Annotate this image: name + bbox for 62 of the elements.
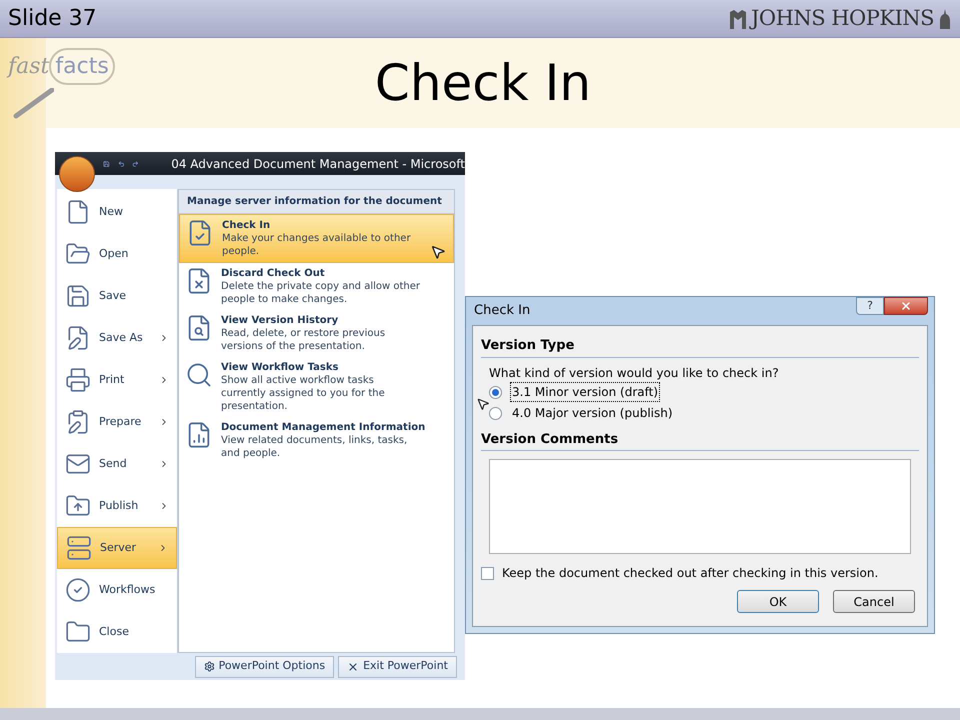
gate-icon bbox=[729, 8, 748, 28]
panel-item[interactable]: Document Management Information View related documents, links, tasks, and people. bbox=[179, 417, 454, 464]
brand-name: JOHNS HOPKINS bbox=[751, 4, 934, 32]
panel-item-title: Check In bbox=[222, 219, 272, 232]
radio-option[interactable]: 4.0 Major version (publish) bbox=[489, 402, 919, 424]
ok-button[interactable]: OK bbox=[737, 590, 819, 613]
server-icon bbox=[66, 535, 92, 562]
close-icon bbox=[900, 300, 912, 312]
magnifier-handle-icon bbox=[12, 88, 54, 120]
menu-item[interactable]: Prepare bbox=[57, 401, 177, 444]
panel-item-title: View Version History bbox=[221, 314, 340, 328]
question-text: What kind of version would you like to check in? bbox=[489, 364, 780, 382]
radio-button[interactable] bbox=[489, 406, 502, 420]
logo-facts: facts bbox=[49, 48, 115, 85]
slide-number: Slide 37 bbox=[8, 5, 97, 33]
panel-item[interactable]: View Workflow Tasks Show all active workflow tasks currently assigned to you for the presentation. bbox=[179, 357, 454, 418]
section-heading: Version Comments bbox=[481, 430, 919, 451]
window-title: 04 Advanced Document Management - Microsoft bbox=[171, 156, 465, 173]
panel-item-description: Read, delete, or restore previous versions of the presentation. bbox=[221, 327, 386, 354]
radio-option[interactable]: 3.1 Minor version (draft) bbox=[489, 382, 919, 402]
help-button[interactable]: ? bbox=[856, 297, 884, 315]
menu-item[interactable]: Workflows bbox=[57, 569, 177, 612]
panel-item-description: View related documents, links, tasks, and people. bbox=[221, 434, 408, 460]
panel-item-title: Document Management Information bbox=[221, 421, 426, 434]
menu-item[interactable]: Close bbox=[57, 611, 177, 654]
magnifier-icon bbox=[185, 361, 213, 390]
checkbox[interactable] bbox=[481, 566, 494, 580]
panel-item[interactable]: Check In Make your changes available to other people. bbox=[179, 214, 454, 264]
logo-fast: fast bbox=[8, 53, 50, 81]
panel-heading: Manage server information for the document bbox=[179, 190, 454, 214]
menu-item[interactable]: Open bbox=[57, 233, 177, 276]
panel-item-title: Discard Check Out bbox=[221, 267, 326, 280]
cancel-button[interactable]: Cancel bbox=[833, 590, 915, 613]
menu-item[interactable]: Save bbox=[57, 275, 177, 318]
menu-item[interactable]: Publish bbox=[57, 485, 177, 528]
menu-item[interactable]: New bbox=[57, 191, 177, 234]
panel-item[interactable]: View Version History Read, delete, or restore previous versions of the presentation. bbox=[179, 310, 454, 358]
mouse-pointer-icon bbox=[476, 397, 490, 411]
menu-item[interactable]: Save As bbox=[57, 317, 177, 360]
exit-button[interactable]: Exit PowerPoint bbox=[338, 656, 457, 678]
menu-item[interactable]: Print bbox=[57, 359, 177, 402]
menu-item[interactable]: Send bbox=[57, 443, 177, 486]
slide-title: Check In bbox=[374, 52, 592, 114]
panel-item-description: Delete the private copy and allow other people to make changes. bbox=[221, 280, 421, 306]
panel-item-title: View Workflow Tasks bbox=[221, 361, 340, 374]
options-button[interactable]: PowerPoint Options bbox=[194, 656, 334, 678]
settings-icon bbox=[204, 661, 215, 672]
dome-icon bbox=[938, 8, 952, 28]
section-heading: Version Type bbox=[481, 336, 919, 358]
dialog-title: Check In bbox=[473, 302, 530, 320]
radio-button[interactable] bbox=[489, 386, 502, 398]
comments-field[interactable] bbox=[489, 459, 911, 554]
check-circle-icon bbox=[65, 577, 91, 604]
keep-checked-out-option[interactable]: Keep the document checked out after checking in this version. bbox=[481, 564, 919, 582]
printer-icon bbox=[65, 367, 91, 394]
close-button[interactable] bbox=[884, 297, 928, 315]
panel-item[interactable]: Discard Check Out Delete the private copy and allow other people to make changes. bbox=[179, 263, 454, 310]
close-icon bbox=[347, 660, 360, 673]
panel-item-description: Make your changes available to other people. bbox=[222, 232, 412, 258]
menu-item[interactable]: Server bbox=[57, 527, 177, 570]
mouse-pointer-icon bbox=[430, 244, 446, 260]
panel-item-description: Show all active workflow tasks currently assigned to you for the presentation. bbox=[221, 374, 386, 414]
